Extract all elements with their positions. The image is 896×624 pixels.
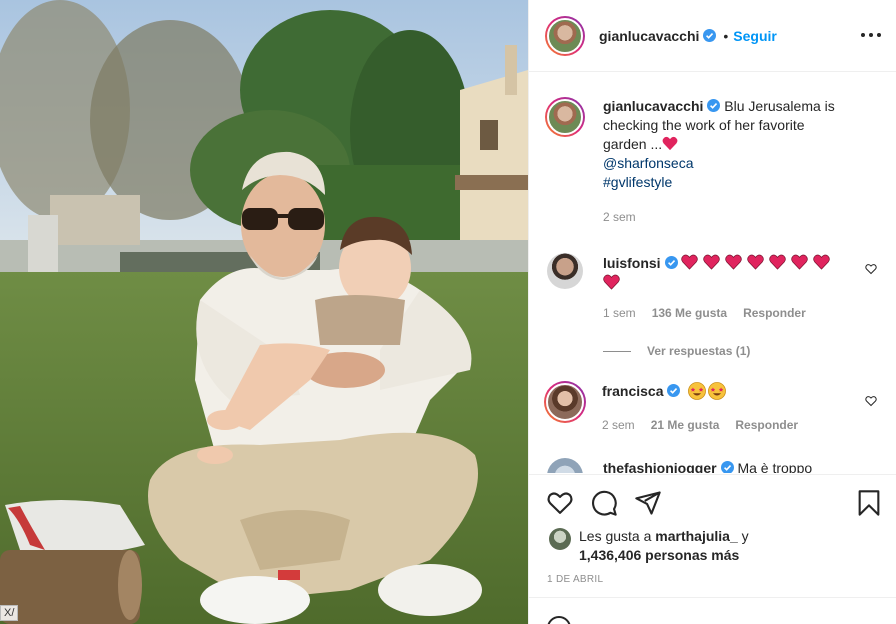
comment-meta: 1 sem 136 Me gusta Responder	[603, 303, 843, 323]
replies-divider	[603, 350, 631, 352]
verified-badge-icon	[707, 99, 721, 112]
follow-button[interactable]: Seguir	[733, 28, 777, 44]
view-replies-button[interactable]: Ver respuestas (1)	[603, 344, 750, 358]
post-header: gianlucavacchi • Seguir	[529, 0, 896, 72]
reply-button[interactable]: Responder	[743, 303, 806, 323]
comment-age: 2 sem	[602, 418, 635, 432]
commenter-username[interactable]: luisfonsi	[603, 255, 661, 271]
comment-likes[interactable]: 136 Me gusta	[652, 303, 727, 323]
verified-badge-icon	[664, 256, 678, 269]
comment-like-icon[interactable]	[865, 263, 877, 275]
comment-meta: 2 sem 21 Me gusta Responder	[602, 415, 842, 435]
post-photo[interactable]: X/	[0, 0, 528, 624]
comments-list[interactable]: gianlucavacchi Blu Jerusalema is checkin…	[529, 73, 896, 473]
post-date: 1 DE ABRIL	[547, 574, 604, 585]
bookmark-icon[interactable]	[855, 489, 883, 517]
separator-dot: •	[723, 27, 729, 44]
commenter-username[interactable]: francisca	[602, 383, 663, 399]
liker-username[interactable]: marthajulia_	[655, 528, 737, 544]
red-heart-emoji	[813, 254, 831, 270]
comment-text: Ma è troppo	[737, 460, 813, 473]
likes-suffix: y	[741, 528, 749, 544]
likes-count[interactable]: 1,436,406 personas más	[579, 547, 739, 563]
comment-icon[interactable]	[590, 489, 618, 517]
caption-age: 2 sem	[603, 210, 636, 224]
heart-icon[interactable]	[546, 489, 574, 517]
red-heart-emoji	[703, 254, 721, 270]
likes-prefix: Les gusta a	[579, 528, 652, 544]
caption-avatar-image	[547, 99, 583, 135]
comment-likes[interactable]: 21 Me gusta	[651, 415, 720, 435]
caption-hashtag-link[interactable]: #gvlifestyle	[603, 173, 843, 192]
comment-item: luisfonsi 1 sem 136 Me gusta Responder	[547, 253, 887, 323]
likes-summary: Les gusta a marthajulia_ y 1,436,406 per…	[549, 527, 749, 565]
verified-badge-icon	[667, 384, 681, 397]
star-struck-emoji	[708, 382, 727, 400]
author-username[interactable]: gianlucavacchi	[599, 28, 699, 44]
commenter-avatar[interactable]	[547, 253, 583, 289]
share-icon[interactable]	[634, 489, 662, 517]
red-heart-emoji	[603, 274, 620, 290]
author-avatar[interactable]	[545, 15, 585, 56]
author-avatar-image	[547, 17, 583, 54]
caption-mention-link[interactable]: @sharfonseca	[603, 154, 843, 173]
comment-emojis	[688, 382, 728, 400]
comment-age: 1 sem	[603, 306, 636, 320]
reply-button[interactable]: Responder	[735, 415, 798, 435]
verified-badge-icon	[703, 29, 717, 42]
post-caption: gianlucavacchi Blu Jerusalema is checkin…	[545, 97, 885, 227]
commenter-avatar[interactable]	[544, 381, 586, 423]
red-heart-emoji	[747, 254, 765, 270]
add-comment-bar[interactable]	[529, 597, 896, 624]
red-heart-emoji	[791, 254, 809, 270]
commenter-avatar-image	[546, 383, 584, 421]
post-actions: Les gusta a marthajulia_ y 1,436,406 per…	[529, 474, 896, 624]
comment-item: francisca 2 sem 21 Me gusta Responder	[544, 381, 887, 435]
verified-badge-icon	[720, 461, 734, 473]
liker-avatar[interactable]	[549, 528, 571, 550]
red-heart-emoji	[662, 136, 678, 151]
photo-illustration	[0, 0, 528, 624]
star-struck-emoji	[688, 382, 707, 400]
red-heart-emoji	[681, 254, 699, 270]
emoji-picker-icon[interactable]	[547, 616, 571, 624]
red-heart-emoji	[725, 254, 743, 270]
red-heart-emoji	[769, 254, 787, 270]
caption-avatar[interactable]	[545, 97, 585, 137]
comment-item: thefashionjogger Ma è troppo	[547, 458, 887, 473]
post-side-panel: gianlucavacchi • Seguir gianlucavacchi B…	[528, 0, 896, 624]
more-options-icon[interactable]	[861, 27, 881, 43]
commenter-username[interactable]: thefashionjogger	[603, 460, 717, 473]
comment-like-icon[interactable]	[865, 395, 877, 407]
corner-tag: X/	[0, 605, 19, 621]
view-replies-label: Ver respuestas (1)	[647, 344, 751, 358]
commenter-avatar[interactable]	[547, 458, 583, 473]
caption-username[interactable]: gianlucavacchi	[603, 98, 703, 114]
